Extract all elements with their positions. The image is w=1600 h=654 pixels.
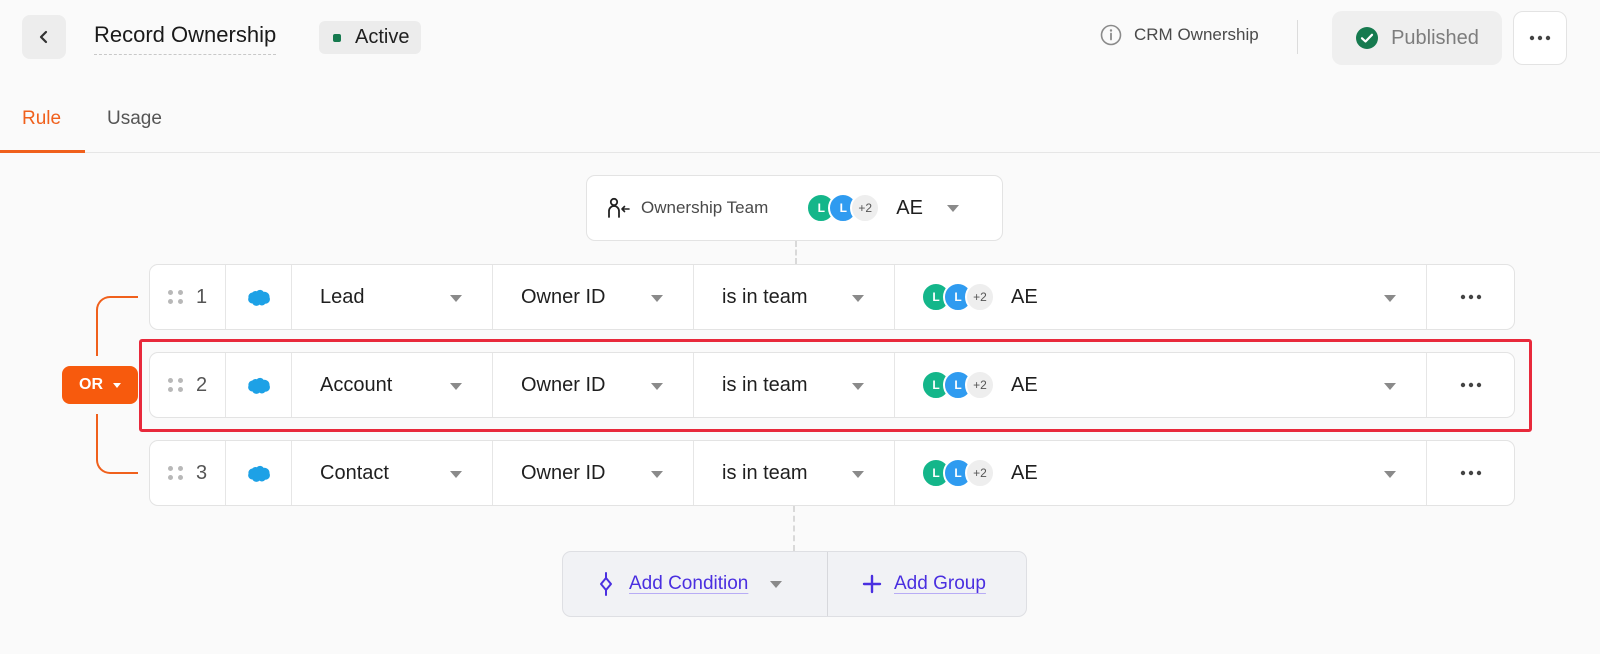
condition-row: 1 Lead Owner ID is in team L L +2 AE — [149, 264, 1515, 330]
chevron-down-icon — [852, 295, 864, 302]
row-more-button[interactable] — [1427, 265, 1514, 329]
chevron-left-icon — [39, 30, 48, 44]
field-value: Owner ID — [521, 285, 606, 308]
more-horizontal-icon — [1460, 294, 1481, 300]
chevron-down-icon — [852, 471, 864, 478]
drag-handle-icon[interactable] — [168, 466, 184, 480]
drag-handle-icon[interactable] — [168, 290, 184, 304]
tab-bar: Rule Usage — [0, 100, 1600, 153]
team-value-dropdown[interactable]: L L +2 AE — [895, 265, 1427, 329]
team-value: AE — [1011, 285, 1038, 308]
row-handle[interactable]: 3 — [150, 441, 226, 505]
avatar-group: L L +2 — [921, 458, 995, 488]
page-title[interactable]: Record Ownership — [94, 22, 277, 55]
add-group-button[interactable]: Add Group — [828, 552, 1026, 616]
operator-value: is in team — [722, 285, 808, 308]
header-divider — [1297, 20, 1298, 54]
chevron-down-icon — [450, 471, 462, 478]
plus-icon — [862, 574, 882, 594]
source-cell — [226, 265, 292, 329]
more-horizontal-icon — [1460, 470, 1481, 476]
row-number: 1 — [196, 285, 208, 308]
field-value: Owner ID — [521, 461, 606, 484]
source-cell — [226, 441, 292, 505]
row-more-button[interactable] — [1427, 441, 1514, 505]
status-label: Active — [355, 26, 410, 48]
highlight-box — [139, 339, 1532, 432]
avatar-more-count: +2 — [965, 458, 995, 488]
condition-row: 3 Contact Owner ID is in team L L +2 AE — [149, 440, 1515, 506]
team-value: AE — [1011, 461, 1038, 484]
salesforce-cloud-icon — [247, 289, 270, 306]
row-number: 3 — [196, 461, 208, 484]
rule-editor-page: Record Ownership Active CRM Ownership Pu… — [0, 0, 1600, 654]
avatar-more-count: +2 — [850, 193, 881, 223]
ownership-team-selector[interactable]: Ownership Team L L +2 AE — [586, 175, 1003, 241]
status-dot-icon — [333, 33, 341, 42]
operator-dropdown[interactable]: is in team — [694, 265, 895, 329]
more-horizontal-icon — [1529, 35, 1551, 41]
object-dropdown[interactable]: Lead — [292, 265, 493, 329]
salesforce-cloud-icon — [247, 465, 270, 482]
condition-diamond-icon — [600, 572, 612, 596]
object-value: Lead — [320, 285, 365, 308]
field-dropdown[interactable]: Owner ID — [493, 265, 694, 329]
avatar-group: L L +2 — [806, 193, 881, 223]
object-dropdown[interactable]: Contact — [292, 441, 493, 505]
chevron-down-icon[interactable] — [770, 580, 783, 588]
crm-ownership-link[interactable]: CRM Ownership — [1100, 24, 1259, 46]
tab-rule-active-indicator — [0, 150, 85, 153]
chevron-down-icon — [1384, 295, 1396, 302]
tab-rule[interactable]: Rule — [22, 108, 61, 130]
published-label: Published — [1391, 26, 1479, 49]
connector-line — [795, 241, 797, 264]
tab-usage[interactable]: Usage — [107, 108, 162, 130]
avatar-group: L L +2 — [921, 282, 995, 312]
connector-line — [793, 506, 795, 551]
published-button[interactable]: Published — [1332, 11, 1502, 65]
object-value: Contact — [320, 461, 389, 484]
group-bracket-top — [96, 296, 138, 356]
crm-ownership-label: CRM Ownership — [1134, 25, 1259, 44]
header-more-button[interactable] — [1513, 11, 1567, 65]
avatar-more-count: +2 — [965, 282, 995, 312]
field-dropdown[interactable]: Owner ID — [493, 441, 694, 505]
chevron-down-icon — [946, 204, 959, 212]
user-assign-icon — [608, 197, 630, 218]
back-button[interactable] — [22, 15, 66, 59]
info-icon — [1100, 24, 1122, 46]
group-operator-label: OR — [79, 376, 103, 393]
add-condition-label: Add Condition — [629, 573, 749, 594]
team-value-dropdown[interactable]: L L +2 AE — [895, 441, 1427, 505]
add-group-label: Add Group — [894, 573, 986, 594]
ownership-team-value: AE — [896, 196, 923, 219]
operator-value: is in team — [722, 461, 808, 484]
operator-dropdown[interactable]: is in team — [694, 441, 895, 505]
chevron-down-icon — [651, 295, 663, 302]
add-actions-bar: Add Condition Add Group — [562, 551, 1027, 617]
chevron-down-icon — [1384, 471, 1396, 478]
chevron-down-icon — [113, 382, 121, 388]
chevron-down-icon — [450, 295, 462, 302]
group-bracket-bottom — [96, 414, 138, 474]
ownership-team-label: Ownership Team — [641, 198, 769, 217]
group-operator-dropdown[interactable]: OR — [62, 366, 138, 404]
add-condition-button[interactable]: Add Condition — [563, 552, 828, 616]
row-handle[interactable]: 1 — [150, 265, 226, 329]
check-circle-icon — [1356, 27, 1379, 49]
chevron-down-icon — [651, 471, 663, 478]
status-badge[interactable]: Active — [319, 21, 422, 54]
